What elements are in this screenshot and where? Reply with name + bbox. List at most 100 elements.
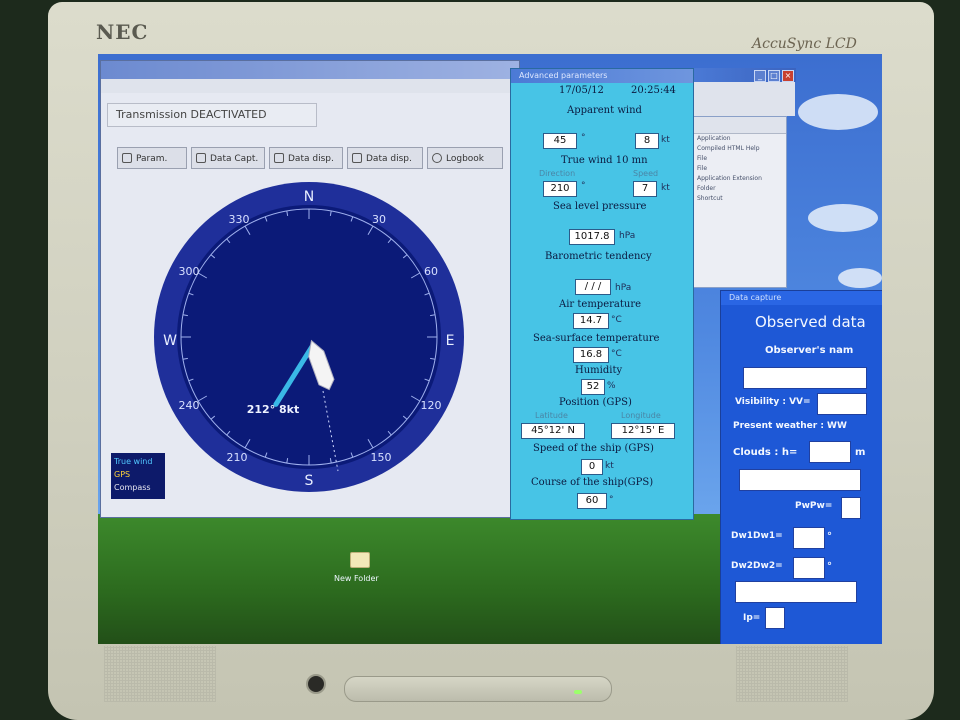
- visibility-field[interactable]: [817, 393, 867, 415]
- explorer-window: Application Compiled HTML Help File File…: [693, 116, 787, 288]
- ip-field[interactable]: [765, 607, 785, 629]
- dw2-label: Dw2Dw2=: [731, 561, 783, 571]
- true-wind-speed[interactable]: 7: [633, 181, 657, 197]
- dw2-field[interactable]: [793, 557, 825, 579]
- explorer-titlebar: _ □ ×: [690, 68, 796, 82]
- humidity-value[interactable]: 52: [581, 379, 605, 395]
- ip-label: Ip=: [743, 613, 761, 623]
- degree-label-120: 120: [421, 399, 442, 412]
- apparent-wind-direction[interactable]: 45: [543, 133, 577, 149]
- present-weather-label: Present weather : WW: [733, 421, 847, 431]
- compass-dial: [177, 205, 441, 469]
- degree-label-330: 330: [229, 213, 250, 226]
- file-type-item[interactable]: File: [694, 154, 786, 164]
- cloud: [838, 268, 882, 288]
- sea-temp-value[interactable]: 16.8: [573, 347, 609, 363]
- dw1-unit: °: [827, 531, 832, 542]
- longitude-label: Longitude: [621, 411, 661, 420]
- clouds-extra-field[interactable]: [739, 469, 861, 491]
- explorer-address-bar[interactable]: [694, 117, 786, 134]
- power-led: [574, 690, 582, 694]
- file-type-item[interactable]: Compiled HTML Help: [694, 144, 786, 154]
- app-window: Transmission DEACTIVATED Param. Data Cap…: [100, 60, 520, 518]
- speaker-grille-left: [104, 646, 216, 702]
- wind-readout: 212° 8kt: [247, 403, 300, 416]
- humidity-label: Humidity: [575, 365, 623, 376]
- degree-label-300: 300: [179, 265, 200, 278]
- minimize-button[interactable]: _: [754, 70, 766, 82]
- position-label: Position (GPS): [559, 397, 632, 408]
- table-icon: [274, 153, 284, 163]
- longitude-value[interactable]: 12°15' E: [611, 423, 675, 439]
- power-button[interactable]: [306, 674, 326, 694]
- data-capt-button-label: Data Capt.: [210, 154, 259, 164]
- dw2-unit: °: [827, 561, 832, 572]
- sea-temp-label: Sea-surface temperature: [533, 333, 660, 344]
- tendency-value[interactable]: / / /: [575, 279, 611, 295]
- apparent-wind-speed[interactable]: 8: [635, 133, 659, 149]
- degree-label-30: 30: [372, 213, 386, 226]
- maximize-button[interactable]: □: [768, 70, 780, 82]
- file-type-item[interactable]: Shortcut: [694, 194, 786, 204]
- tendency-label: Barometric tendency: [545, 251, 652, 262]
- param-icon: [122, 153, 132, 163]
- model-logo: AccuSync LCD: [752, 36, 857, 52]
- ship-speed-value[interactable]: 0: [581, 459, 603, 475]
- clouds-height-field[interactable]: [809, 441, 851, 463]
- param-button-label: Param.: [136, 154, 168, 164]
- air-temp-value[interactable]: 14.7: [573, 313, 609, 329]
- sea-temp-unit: °C: [611, 349, 622, 359]
- true-wind-direction[interactable]: 210: [543, 181, 577, 197]
- folder-icon[interactable]: [350, 552, 370, 568]
- degree-label-150: 150: [371, 451, 392, 464]
- close-button[interactable]: ×: [782, 70, 794, 82]
- ship-course-value[interactable]: 60: [577, 493, 607, 509]
- true-wind-direction-label: Direction: [539, 169, 576, 178]
- pressure-unit: hPa: [619, 231, 636, 241]
- compass-west-label: W: [163, 333, 177, 349]
- observer-name-field[interactable]: [743, 367, 867, 389]
- pressure-label: Sea level pressure: [553, 201, 647, 212]
- compass-north-label: N: [304, 189, 314, 205]
- dw1-field[interactable]: [793, 527, 825, 549]
- observer-name-label: Observer's nam: [765, 345, 854, 356]
- folder-label[interactable]: New Folder: [334, 574, 379, 583]
- wind-compass: N E S W 30 60 120 150 210 240 300 330 21…: [154, 182, 464, 492]
- transmission-status: Transmission DEACTIVATED: [107, 103, 317, 127]
- visibility-label: Visibility : VV=: [735, 397, 811, 407]
- data-capt-button[interactable]: Data Capt.: [191, 147, 265, 169]
- logbook-button[interactable]: Logbook: [427, 147, 503, 169]
- extra-field[interactable]: [735, 581, 857, 603]
- true-wind-speed-unit: kt: [661, 183, 670, 193]
- monitor-controls[interactable]: [344, 676, 612, 702]
- observed-data-heading: Observed data: [755, 313, 866, 331]
- date-label: 17/05/12: [559, 85, 604, 96]
- apparent-wind-direction-unit: °: [581, 133, 586, 143]
- latitude-value[interactable]: 45°12' N: [521, 423, 585, 439]
- file-type-item[interactable]: Folder: [694, 184, 786, 194]
- tendency-unit: hPa: [615, 283, 632, 293]
- cloud: [808, 204, 878, 232]
- degree-label-60: 60: [424, 265, 438, 278]
- file-type-item[interactable]: File: [694, 164, 786, 174]
- table-icon: [352, 153, 362, 163]
- compass-legend: True wind GPS Compass: [111, 453, 165, 499]
- advanced-parameters-panel: Advanced parameters 17/05/12 20:25:44 Ap…: [510, 68, 694, 520]
- speaker-grille-right: [736, 646, 848, 702]
- data-disp-button-2[interactable]: Data disp.: [347, 147, 423, 169]
- pressure-value[interactable]: 1017.8: [569, 229, 615, 245]
- file-type-item[interactable]: Application: [694, 134, 786, 144]
- pwpw-field[interactable]: [841, 497, 861, 519]
- latitude-label: Latitude: [535, 411, 568, 420]
- humidity-unit: %: [607, 381, 616, 391]
- degree-label-210: 210: [227, 451, 248, 464]
- air-temp-unit: °C: [611, 315, 622, 325]
- data-disp-button-1[interactable]: Data disp.: [269, 147, 343, 169]
- data-disp-button-2-label: Data disp.: [366, 154, 412, 164]
- data-disp-button-1-label: Data disp.: [288, 154, 334, 164]
- compass-east-label: E: [446, 333, 455, 349]
- param-button[interactable]: Param.: [117, 147, 187, 169]
- brand-logo: NEC: [96, 20, 149, 44]
- true-wind-label: True wind 10 mn: [561, 155, 648, 166]
- file-type-item[interactable]: Application Extension: [694, 174, 786, 184]
